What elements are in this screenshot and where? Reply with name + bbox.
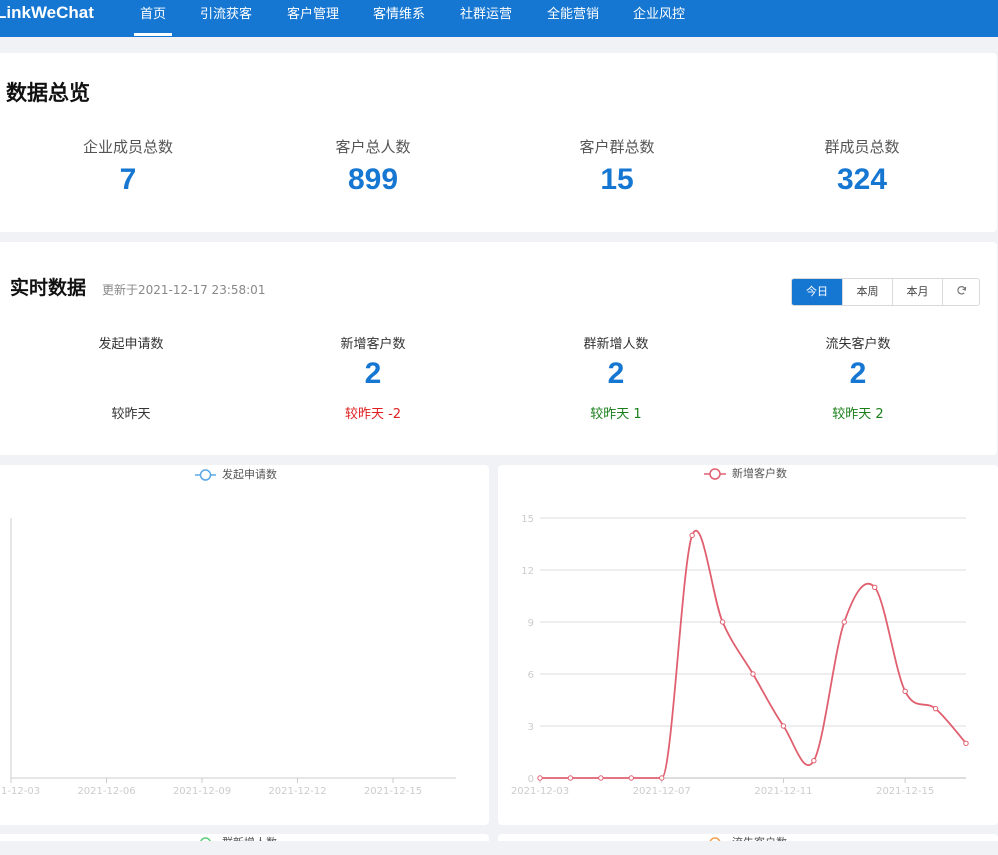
legend-label: 发起申请数: [222, 467, 277, 481]
nav-item-relationship[interactable]: 客情维系: [373, 3, 425, 22]
x-axis-ticks: 2021-12-03 2021-12-07 2021-12-11 2021-12-15: [511, 778, 934, 797]
x-tick-label: 2021-12-11: [754, 786, 812, 797]
page-bottom-strip: [0, 841, 998, 855]
nav-active-indicator: [134, 33, 172, 36]
week-button[interactable]: 本周: [842, 279, 892, 305]
realtime-stat-value: 2: [607, 357, 625, 390]
data-point: [963, 740, 969, 747]
realtime-stat-compare: 较昨天: [111, 407, 151, 422]
data-point: [567, 775, 574, 781]
overview-stat-value: 7: [119, 163, 137, 196]
data-point: [841, 619, 847, 625]
realtime-stat-label: 新增客户数: [340, 337, 406, 352]
period-toggle-group: 今日 本周 本月: [791, 278, 980, 306]
legend-applications[interactable]: 发起申请数: [195, 467, 277, 481]
brand-logo[interactable]: LinkWeChat: [0, 3, 94, 23]
x-tick-label: 2021-12-03: [0, 786, 40, 797]
realtime-stat-label: 流失客户数: [825, 337, 891, 352]
nav-item-marketing[interactable]: 全能营销: [547, 3, 599, 22]
realtime-updated-time: 更新于2021-12-17 23:58:01: [102, 283, 266, 297]
y-tick-label: 3: [528, 722, 534, 733]
nav-item-community[interactable]: 社群运营: [460, 3, 512, 22]
y-tick-label: 6: [528, 670, 534, 681]
x-tick-label: 2021-12-07: [633, 786, 691, 797]
data-point: [659, 775, 665, 781]
data-point: [628, 775, 634, 781]
realtime-stat-value: 2: [849, 357, 867, 390]
realtime-stat-value: 2: [364, 357, 382, 390]
data-point: [719, 619, 726, 625]
overview-stat-label: 客户总人数: [335, 138, 411, 156]
chart-card-applications: 发起申请数 2021-12-032021-12-062021-12-092021…: [0, 465, 489, 825]
grid-lines: [540, 517, 966, 779]
realtime-title: 实时数据: [10, 277, 87, 299]
overview-stat-value: 899: [347, 163, 399, 196]
chart-card-new-customers: 新增客户数 0 3 6 9 12 15 2021-12-03 2021-12-07 2021-…: [498, 465, 998, 825]
data-point: [689, 532, 695, 539]
nav-item-home[interactable]: 首页: [140, 3, 166, 22]
data-point: [811, 757, 817, 764]
data-point: [902, 688, 908, 695]
new-customers-chart: 新增客户数 03691215 2021-12-03 2021-12-07 2021-…: [511, 466, 969, 797]
data-point: [598, 775, 604, 781]
overview-stat-label: 客户群总数: [579, 138, 655, 156]
today-button[interactable]: 今日: [792, 279, 842, 305]
data-point: [537, 775, 543, 781]
overview-stat-label: 企业成员总数: [82, 138, 173, 156]
x-tick-label: 2021-12-06: [77, 786, 135, 797]
overview-title: 数据总览: [6, 81, 90, 105]
data-point: [750, 671, 756, 677]
top-navbar: LinkWeChat 首页 引流获客 客户管理 客情维系 社群运营 全能营销 企…: [0, 0, 998, 37]
month-button[interactable]: 本月: [892, 279, 942, 305]
nav-item-risk[interactable]: 企业风控: [633, 3, 685, 22]
overview-stat-value: 324: [836, 163, 888, 196]
x-tick-label: 2021-12-12: [268, 786, 326, 797]
realtime-stat-label: 发起申请数: [98, 337, 164, 352]
realtime-stat-compare: 较昨天 1: [590, 407, 642, 422]
y-tick-label: 0: [528, 774, 534, 785]
data-point: [932, 705, 939, 712]
applications-chart: 发起申请数 2021-12-032021-12-062021-12-092021…: [0, 467, 456, 797]
refresh-icon: [956, 286, 966, 295]
realtime-stat-compare: 较昨天 2: [832, 407, 884, 422]
x-tick-label: 2021-12-15: [364, 786, 422, 797]
data-point: [780, 723, 787, 729]
data-point: [872, 584, 878, 591]
realtime-stat-label: 群新增人数: [583, 337, 649, 352]
legend-new-customers[interactable]: 新增客户数: [704, 466, 787, 480]
y-tick-label: 12: [521, 566, 534, 577]
x-tick-label: 2021-12-09: [173, 786, 231, 797]
x-axis-ticks: 2021-12-03 2021-12-06 2021-12-09 2021-12-12…: [0, 778, 422, 797]
realtime-stat-compare: 较昨天 -2: [344, 407, 402, 422]
overview-stat-label: 群成员总数: [824, 138, 900, 156]
x-tick-label: 2021-12-03: [511, 786, 569, 797]
y-tick-label: 9: [528, 618, 534, 629]
legend-label: 新增客户数: [732, 466, 787, 480]
overview-stat-value: 15: [600, 163, 634, 196]
series-line-new-customers: [540, 530, 967, 779]
nav-item-customers[interactable]: 客户管理: [287, 3, 339, 22]
x-tick-label: 2021-12-15: [876, 786, 934, 797]
y-axis-ticks: 0 3 6 9 12 15: [521, 514, 534, 785]
refresh-button[interactable]: [942, 279, 979, 305]
nav-item-acquisition[interactable]: 引流获客: [200, 3, 252, 22]
y-tick-label: 15: [521, 514, 534, 525]
